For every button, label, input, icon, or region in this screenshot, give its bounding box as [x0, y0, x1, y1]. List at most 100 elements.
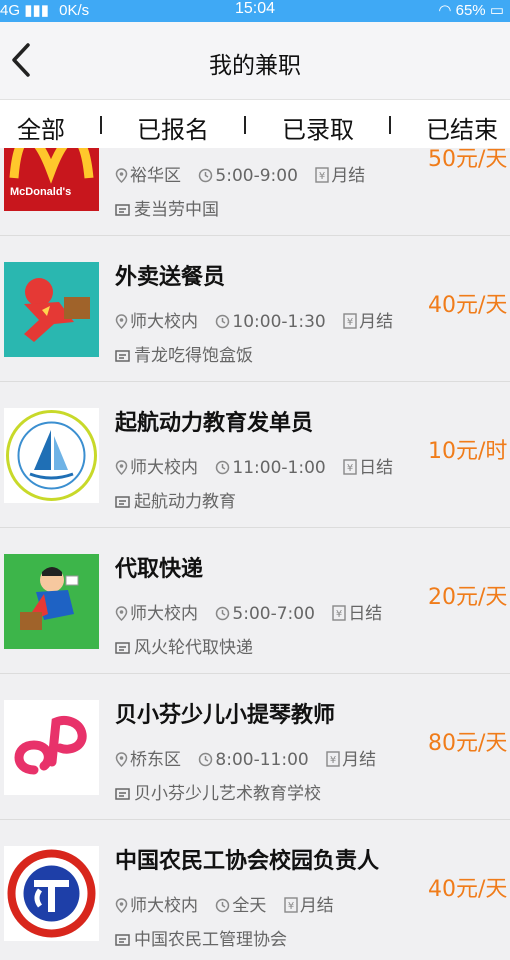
company-name: 青龙吃得饱盒饭	[134, 346, 253, 366]
music-note-logo	[4, 700, 99, 795]
job-settlement: 日结	[348, 604, 383, 624]
job-pay: 10元/时	[428, 439, 508, 464]
job-location: 师大校内	[130, 312, 198, 332]
clock-icon	[198, 168, 213, 188]
company-name: 中国农民工管理协会	[134, 930, 287, 950]
job-location: 师大校内	[130, 896, 198, 916]
job-title: 外卖送餐员	[115, 265, 226, 290]
job-pay: 80元/天	[428, 731, 508, 756]
tab-separator	[389, 116, 391, 134]
job-meta: 桥东区 8:00-11:00 ¥ 月结	[115, 745, 388, 772]
job-hours: 5:00-9:00	[215, 166, 298, 186]
yuan-receipt-icon: ¥	[315, 167, 330, 188]
job-pay: 40元/天	[428, 293, 508, 318]
job-settlement: 月结	[299, 896, 334, 916]
clock-icon	[215, 898, 230, 918]
job-location: 裕华区	[130, 166, 181, 186]
job-location: 师大校内	[130, 458, 198, 478]
company-card-icon	[115, 493, 130, 513]
company-card-icon	[115, 931, 130, 951]
svg-text:¥: ¥	[330, 755, 336, 766]
location-pin-icon	[115, 898, 128, 918]
location-pin-icon	[115, 314, 128, 334]
yuan-receipt-icon: ¥	[343, 459, 357, 480]
company-card-icon	[115, 639, 130, 659]
list-item[interactable]: 贝小芬少儿小提琴教师 桥东区 8:00-11:00 ¥ 月结 贝小芬少儿艺术教育学…	[0, 675, 510, 820]
gear-emblem-logo	[4, 846, 99, 941]
job-title: 贝小芬少儿小提琴教师	[115, 703, 336, 728]
clock-icon	[215, 314, 230, 334]
nav-bar: 我的兼职	[0, 22, 510, 100]
job-meta: 师大校内 10:00-1:30 ¥ 月结	[115, 307, 405, 334]
job-pay: 50元/天	[428, 148, 508, 172]
job-meta: 师大校内 全天 ¥ 月结	[115, 891, 346, 918]
mcdonalds-logo: McDonald's	[4, 148, 99, 211]
status-right: ◠ 65% ▭	[438, 1, 504, 19]
network-speed: 0K/s	[59, 2, 90, 19]
job-settlement: 月结	[331, 166, 366, 186]
location-pin-icon	[115, 606, 128, 626]
job-title: 代取快递	[115, 557, 204, 582]
job-meta: 师大校内 5:00-7:00 ¥ 日结	[115, 599, 394, 626]
tab-all[interactable]: 全部	[17, 110, 65, 145]
tab-registered[interactable]: 已报名	[137, 110, 209, 145]
tab-admitted[interactable]: 已录取	[282, 110, 354, 145]
job-hours: 8:00-11:00	[215, 750, 309, 770]
job-company: 中国农民工管理协会	[115, 925, 287, 951]
company-card-icon	[115, 347, 130, 367]
yuan-receipt-icon: ¥	[332, 605, 347, 626]
job-pay: 40元/天	[428, 877, 508, 902]
job-company: 青龙吃得饱盒饭	[115, 341, 253, 367]
tab-separator	[100, 116, 102, 134]
job-location: 师大校内	[130, 604, 198, 624]
job-settlement: 月结	[359, 312, 394, 332]
svg-text:¥: ¥	[336, 609, 342, 620]
list-item[interactable]: 代取快递 师大校内 5:00-7:00 ¥ 日结 风火轮代取快递 20元/天	[0, 529, 510, 674]
mcdonalds-wordmark: McDonald's	[10, 186, 72, 198]
company-name: 贝小芬少儿艺术教育学校	[134, 784, 321, 804]
battery-percent: 65%	[455, 2, 486, 19]
status-bar: 4G ▮▮▮ 0K/s 15:04 ◠ 65% ▭	[0, 0, 510, 22]
yuan-receipt-icon: ¥	[343, 313, 357, 334]
company-card-icon	[115, 785, 130, 805]
job-pay: 20元/天	[428, 585, 508, 610]
job-meta: 师大校内 11:00-1:00 ¥ 日结	[115, 453, 405, 480]
job-hours: 5:00-7:00	[232, 604, 315, 624]
yuan-receipt-icon: ¥	[284, 897, 298, 918]
signal-icon: ▮▮▮	[24, 2, 49, 19]
location-pin-icon	[115, 168, 128, 188]
company-name: 起航动力教育	[134, 492, 236, 512]
job-company: 贝小芬少儿艺术教育学校	[115, 779, 321, 805]
svg-text:¥: ¥	[288, 901, 294, 912]
job-hours: 10:00-1:30	[232, 312, 326, 332]
tab-separator	[244, 116, 246, 134]
status-time: 15:04	[235, 0, 276, 17]
clock-icon	[198, 752, 213, 772]
location-pin-icon	[115, 752, 128, 772]
delivery-hero-logo	[4, 262, 99, 357]
clock-icon	[215, 460, 230, 480]
job-location: 桥东区	[130, 750, 181, 770]
superhero-courier-logo	[4, 554, 99, 649]
list-item[interactable]: 起航动力教育发单员 师大校内 11:00-1:00 ¥ 日结 起航动力教育 10元…	[0, 383, 510, 528]
list-item[interactable]: 中国农民工协会校园负责人 师大校内 全天 ¥ 月结 中国农民工管理协会 40元/天	[0, 821, 510, 960]
job-hours: 全天	[232, 896, 267, 916]
tab-ended[interactable]: 已结束	[426, 110, 498, 145]
list-item[interactable]: McDonald's 裕华区 5:00-9:00 ¥ 月结 麦当劳中国 50元/天	[0, 148, 510, 236]
company-card-icon	[115, 201, 130, 221]
job-company: 起航动力教育	[115, 487, 236, 513]
wifi-icon: ◠	[438, 2, 452, 19]
svg-text:¥: ¥	[347, 463, 353, 474]
job-title: 起航动力教育发单员	[115, 411, 314, 436]
job-hours: 11:00-1:00	[232, 458, 326, 478]
list-item[interactable]: 外卖送餐员 师大校内 10:00-1:30 ¥ 月结 青龙吃得饱盒饭 40元/天	[0, 237, 510, 382]
svg-text:¥: ¥	[347, 317, 353, 328]
status-network: 4G ▮▮▮ 0K/s	[0, 1, 89, 19]
job-list[interactable]: McDonald's 裕华区 5:00-9:00 ¥ 月结 麦当劳中国 50元/天	[0, 148, 510, 960]
job-settlement: 月结	[342, 750, 377, 770]
company-name: 麦当劳中国	[134, 200, 219, 220]
sail-circle-logo	[4, 408, 99, 503]
network-type: 4G	[0, 2, 21, 19]
page-title: 我的兼职	[209, 53, 301, 79]
job-title: 中国农民工协会校园负责人	[115, 849, 380, 874]
